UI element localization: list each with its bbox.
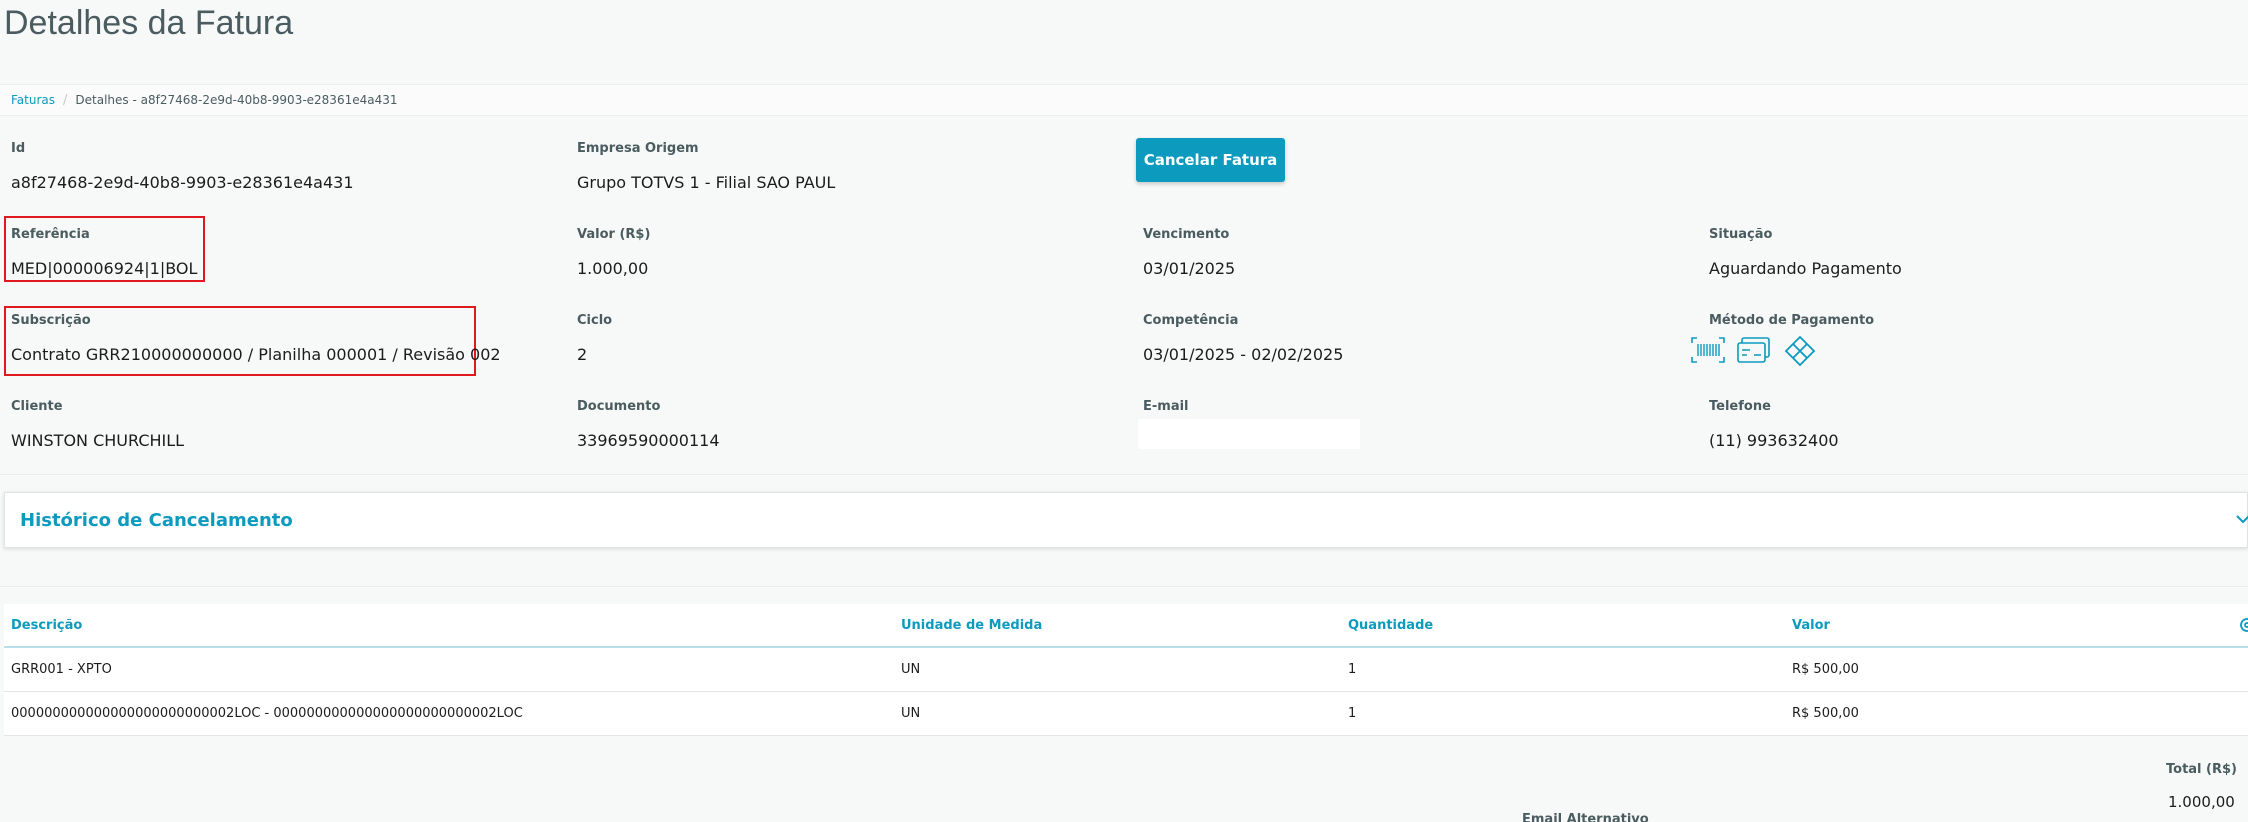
field-situacao-label: Situação	[1709, 227, 1773, 242]
field-documento-value: 33969590000114	[577, 431, 720, 450]
col-header-valor[interactable]: Valor	[1792, 618, 1830, 633]
cell-unidade: UN	[901, 662, 921, 677]
payment-methods	[1690, 335, 1818, 367]
col-header-descricao[interactable]: Descrição	[11, 618, 82, 633]
field-referencia-value: MED|000006924|1|BOL	[11, 259, 198, 278]
cancel-invoice-button[interactable]: Cancelar Fatura	[1136, 138, 1285, 182]
page-title: Detalhes da Fatura	[4, 4, 294, 42]
field-ciclo-label: Ciclo	[577, 313, 613, 328]
breadcrumb-link-faturas[interactable]: Faturas	[11, 93, 55, 107]
cell-descricao: GRR001 - XPTO	[11, 662, 112, 677]
section-divider	[0, 474, 2248, 475]
historico-title: Histórico de Cancelamento	[20, 509, 293, 531]
total-label: Total (R$)	[2166, 762, 2237, 777]
field-situacao-value: Aguardando Pagamento	[1709, 259, 1902, 278]
email-alternativo-label: Email Alternativo	[1522, 812, 1649, 822]
field-subscricao-label: Subscrição	[11, 313, 91, 328]
cell-valor: R$ 500,00	[1792, 706, 1859, 721]
table-header: Descrição Unidade de Medida Quantidade V…	[4, 604, 2248, 648]
total-value: 1.000,00	[2168, 793, 2235, 811]
breadcrumb-current: Detalhes - a8f27468-2e9d-40b8-9903-e2836…	[75, 93, 398, 107]
field-empresa-label: Empresa Origem	[577, 141, 699, 156]
field-valor-value: 1.000,00	[577, 259, 649, 278]
field-vencimento-label: Vencimento	[1143, 227, 1230, 242]
field-cliente-label: Cliente	[11, 399, 63, 414]
credit-card-icon	[1736, 335, 1772, 367]
cell-valor: R$ 500,00	[1792, 662, 1859, 677]
section-divider	[0, 586, 2248, 587]
items-table: Descrição Unidade de Medida Quantidade V…	[4, 604, 2248, 736]
breadcrumb: Faturas / Detalhes - a8f27468-2e9d-40b8-…	[0, 84, 2248, 116]
field-email-label: E-mail	[1143, 399, 1189, 414]
field-metodo-label: Método de Pagamento	[1709, 313, 1875, 328]
field-vencimento-value: 03/01/2025	[1143, 259, 1236, 278]
field-subscricao-value: Contrato GRR210000000000 / Planilha 0000…	[11, 345, 501, 364]
field-id-label: Id	[11, 141, 26, 156]
gear-icon[interactable]	[2238, 616, 2248, 638]
field-competencia-label: Competência	[1143, 313, 1239, 328]
table-row[interactable]: 000000000000000000000000002LOC - 0000000…	[4, 692, 2248, 736]
chevron-down-icon[interactable]	[2235, 511, 2248, 530]
field-telefone-value: (11) 993632400	[1709, 431, 1839, 450]
col-header-unidade[interactable]: Unidade de Medida	[901, 618, 1042, 633]
historico-accordion[interactable]: Histórico de Cancelamento	[4, 492, 2248, 548]
field-id-value: a8f27468-2e9d-40b8-9903-e28361e4a431	[11, 173, 354, 192]
cell-descricao: 000000000000000000000000002LOC - 0000000…	[11, 706, 523, 721]
cell-quantidade: 1	[1348, 662, 1357, 677]
field-documento-label: Documento	[577, 399, 661, 414]
cell-unidade: UN	[901, 706, 921, 721]
col-header-quantidade[interactable]: Quantidade	[1348, 618, 1433, 633]
email-redaction	[1138, 419, 1360, 449]
barcode-icon	[1690, 335, 1726, 367]
pix-icon	[1782, 335, 1818, 367]
field-valor-label: Valor (R$)	[577, 227, 651, 242]
cell-quantidade: 1	[1348, 706, 1357, 721]
field-competencia-value: 03/01/2025 - 02/02/2025	[1143, 345, 1344, 364]
field-cliente-value: WINSTON CHURCHILL	[11, 431, 185, 450]
field-referencia-label: Referência	[11, 227, 90, 242]
field-ciclo-value: 2	[577, 345, 588, 364]
field-empresa-value: Grupo TOTVS 1 - Filial SAO PAUL	[577, 173, 836, 192]
breadcrumb-separator: /	[63, 92, 68, 108]
table-row[interactable]: GRR001 - XPTO UN 1 R$ 500,00	[4, 648, 2248, 692]
field-telefone-label: Telefone	[1709, 399, 1771, 414]
